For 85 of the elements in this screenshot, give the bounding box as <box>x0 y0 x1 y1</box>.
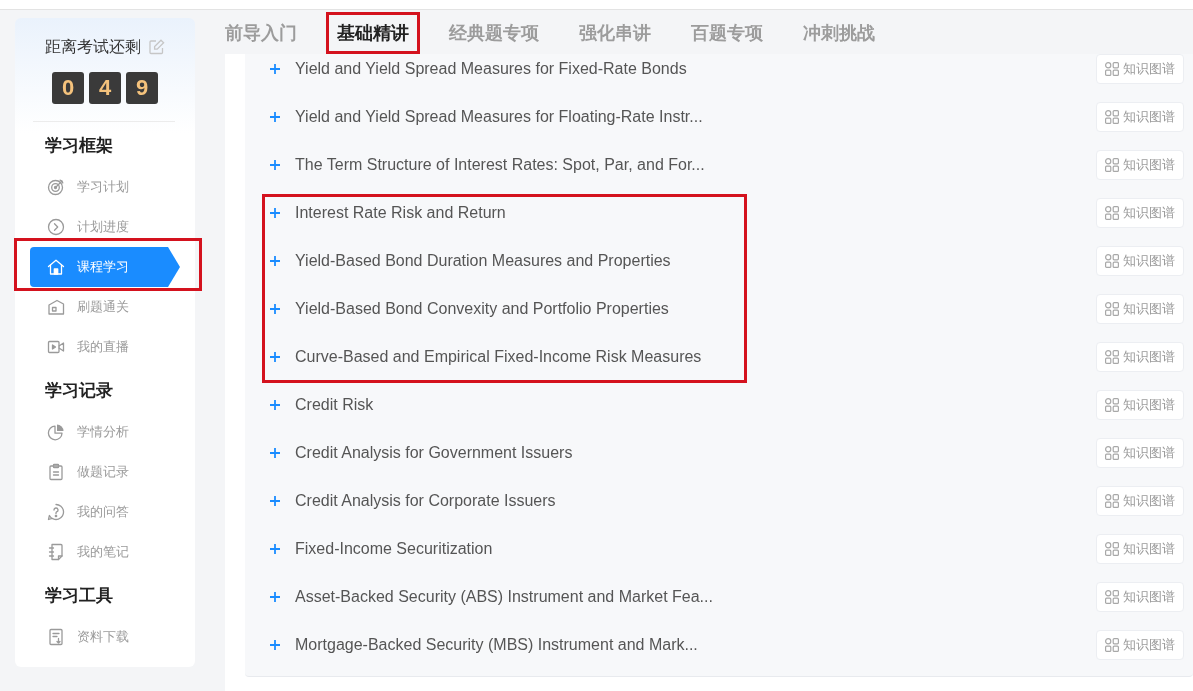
lesson-title[interactable]: Yield and Yield Spread Measures for Fixed-Rate Bonds <box>295 60 687 78</box>
grid-icon <box>1105 206 1119 220</box>
lesson-title[interactable]: Fixed-Income Securitization <box>295 540 493 558</box>
nav-item[interactable]: 资料下载 <box>30 617 180 657</box>
lesson-title[interactable]: Asset-Backed Security (ABS) Instrument and Market Fea... <box>295 588 713 606</box>
lesson-title[interactable]: Yield and Yield Spread Measures for Floating-Rate Instr... <box>295 108 703 126</box>
grid-icon <box>1105 62 1119 76</box>
plus-icon[interactable] <box>270 640 280 650</box>
circle-chevron-icon <box>47 218 65 236</box>
lesson-title[interactable]: Credit Analysis for Corporate Issuers <box>295 492 556 510</box>
tab[interactable]: 百题专项 <box>680 12 774 54</box>
plus-icon[interactable] <box>270 112 280 122</box>
nav-item[interactable]: 课程学习 <box>30 247 180 287</box>
plus-icon[interactable] <box>270 544 280 554</box>
nav-item[interactable]: 我的问答 <box>30 492 180 532</box>
box-icon <box>47 298 65 316</box>
tab[interactable]: 强化串讲 <box>568 12 662 54</box>
knowledge-map-button[interactable]: 知识图谱 <box>1096 534 1184 564</box>
nav-item[interactable]: 我的笔记 <box>30 532 180 572</box>
section-heading: 学习框架 <box>44 135 114 157</box>
nav-item[interactable]: 学情分析 <box>30 412 180 452</box>
lesson-title[interactable]: Yield-Based Bond Duration Measures and Properties <box>295 252 671 270</box>
lesson-title[interactable]: Credit Risk <box>295 396 374 414</box>
plus-icon[interactable] <box>270 400 280 410</box>
question-bubble-icon <box>47 503 65 521</box>
tab[interactable]: 基础精讲 <box>326 12 420 54</box>
grid-icon <box>1105 254 1119 268</box>
grid-icon <box>1105 302 1119 316</box>
grid-icon <box>1105 350 1119 364</box>
house-icon <box>47 258 65 276</box>
tab[interactable]: 经典题专项 <box>438 12 550 54</box>
tab[interactable]: 前导入门 <box>214 12 308 54</box>
section-heading: 学习记录 <box>44 380 114 402</box>
nav-item[interactable]: 刷题通关 <box>30 287 180 327</box>
lesson-title[interactable]: Credit Analysis for Government Issuers <box>295 444 573 462</box>
nav-item[interactable]: 计划进度 <box>30 207 180 247</box>
plus-icon[interactable] <box>270 64 280 74</box>
plus-icon[interactable] <box>270 592 280 602</box>
countdown-digit: 0 <box>52 72 84 104</box>
video-camera-icon <box>47 338 65 356</box>
knowledge-map-button[interactable]: 知识图谱 <box>1096 54 1184 84</box>
grid-icon <box>1105 590 1119 604</box>
plus-icon[interactable] <box>270 256 280 266</box>
plus-icon[interactable] <box>270 304 280 314</box>
countdown-digit: 9 <box>126 72 158 104</box>
plus-icon[interactable] <box>270 208 280 218</box>
grid-icon <box>1105 398 1119 412</box>
section-heading: 学习工具 <box>44 585 114 607</box>
countdown-label: 距离考试还剩 <box>45 37 141 57</box>
clipboard-icon <box>47 463 65 481</box>
lesson-title[interactable]: Mortgage-Backed Security (MBS) Instrument and Mark... <box>295 636 698 654</box>
knowledge-map-button[interactable]: 知识图谱 <box>1096 486 1184 516</box>
grid-icon <box>1105 158 1119 172</box>
knowledge-map-button[interactable]: 知识图谱 <box>1096 630 1184 660</box>
nav-item[interactable]: 学习计划 <box>30 167 180 207</box>
lesson-title[interactable]: The Term Structure of Interest Rates: Spot, Par, and For... <box>295 156 705 174</box>
countdown-digit: 4 <box>89 72 121 104</box>
grid-icon <box>1105 110 1119 124</box>
lesson-title[interactable]: Interest Rate Risk and Return <box>295 204 506 222</box>
knowledge-map-button[interactable]: 知识图谱 <box>1096 582 1184 612</box>
knowledge-map-button[interactable]: 知识图谱 <box>1096 198 1184 228</box>
knowledge-map-button[interactable]: 知识图谱 <box>1096 294 1184 324</box>
nav-item[interactable]: 做题记录 <box>30 452 180 492</box>
plus-icon[interactable] <box>270 448 280 458</box>
grid-icon <box>1105 542 1119 556</box>
knowledge-map-button[interactable]: 知识图谱 <box>1096 438 1184 468</box>
tab[interactable]: 冲刺挑战 <box>792 12 886 54</box>
grid-icon <box>1105 638 1119 652</box>
lesson-title[interactable]: Curve-Based and Empirical Fixed-Income Risk Measures <box>295 348 702 366</box>
plus-icon[interactable] <box>270 160 280 170</box>
plus-icon[interactable] <box>270 352 280 362</box>
lesson-title[interactable]: Yield-Based Bond Convexity and Portfolio Properties <box>295 300 669 318</box>
knowledge-map-button[interactable]: 知识图谱 <box>1096 342 1184 372</box>
grid-icon <box>1105 446 1119 460</box>
knowledge-map-button[interactable]: 知识图谱 <box>1096 246 1184 276</box>
pie-chart-icon <box>47 423 65 441</box>
grid-icon <box>1105 494 1119 508</box>
plus-icon[interactable] <box>270 496 280 506</box>
nav-item[interactable]: 我的直播 <box>30 327 180 367</box>
knowledge-map-button[interactable]: 知识图谱 <box>1096 150 1184 180</box>
target-icon <box>47 178 65 196</box>
knowledge-map-button[interactable]: 知识图谱 <box>1096 390 1184 420</box>
document-download-icon <box>47 628 65 646</box>
knowledge-map-button[interactable]: 知识图谱 <box>1096 102 1184 132</box>
notebook-icon <box>47 543 65 561</box>
